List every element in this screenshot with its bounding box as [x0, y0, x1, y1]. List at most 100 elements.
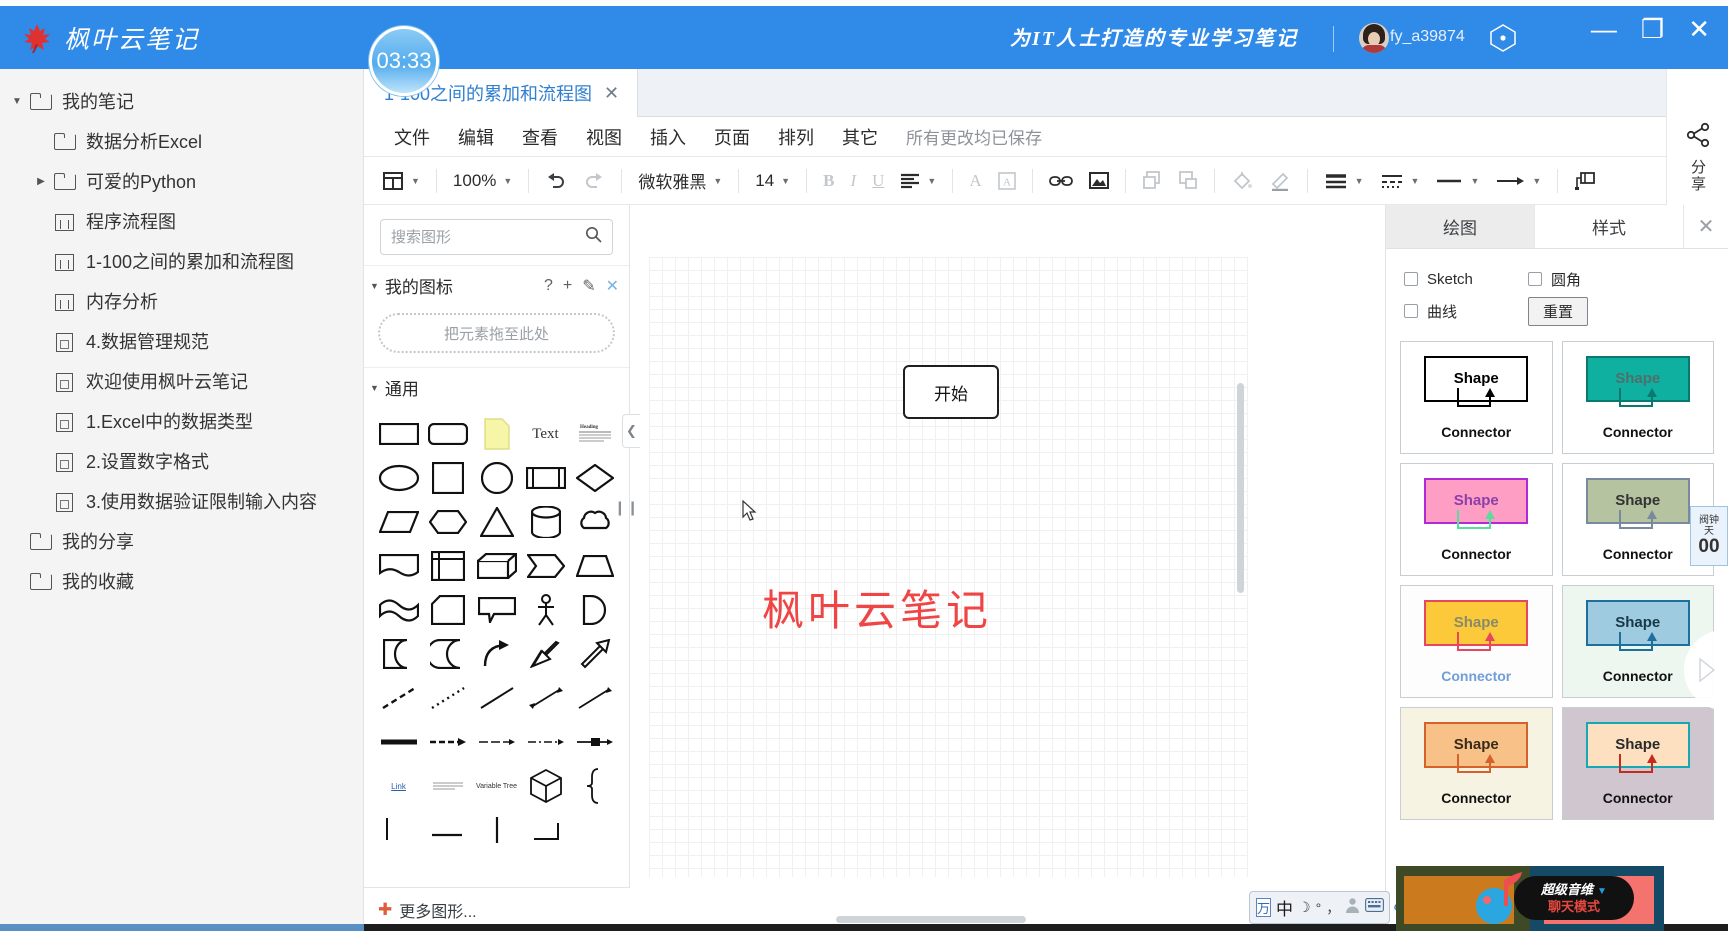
shape-hexagon[interactable] [423, 503, 472, 541]
shape-diamond[interactable] [570, 459, 619, 497]
sidebar-item[interactable]: 数据分析Excel [0, 121, 363, 161]
chevron-down-icon[interactable] [6, 96, 28, 107]
checkbox[interactable] [1528, 272, 1542, 286]
sidebar-item[interactable]: 欢迎使用枫叶云笔记 [0, 361, 363, 401]
line-solid[interactable] [472, 679, 521, 717]
search-icon[interactable] [585, 226, 602, 248]
bring-to-front-button[interactable] [1134, 164, 1170, 198]
undo-button[interactable] [537, 164, 575, 198]
hexagon-menu-icon[interactable] [1487, 22, 1519, 54]
moon-icon[interactable]: ☽ [1298, 899, 1311, 916]
user-icon[interactable] [1345, 897, 1360, 918]
menu-item[interactable]: 查看 [508, 120, 572, 154]
shape-delay[interactable] [570, 591, 619, 629]
option-rounded[interactable]: 圆角 [1528, 269, 1652, 290]
send-to-back-button[interactable] [1170, 164, 1206, 198]
menu-item[interactable]: 页面 [700, 120, 764, 154]
tab-style[interactable]: 样式 [1535, 205, 1684, 248]
close-icon[interactable]: ✕ [604, 83, 619, 104]
image-icon[interactable] [1081, 164, 1117, 198]
maximize-button[interactable]: ❐ [1641, 16, 1664, 42]
shape-triangle[interactable] [472, 503, 521, 541]
style-preset[interactable]: ShapeConnector [1400, 585, 1553, 698]
ad-overlay[interactable]: 超级音维▼ 聊天模式 [1396, 866, 1664, 931]
font-color-button[interactable]: A [961, 164, 989, 198]
sidebar-item[interactable]: 4.数据管理规范 [0, 321, 363, 361]
line-dotted[interactable] [423, 679, 472, 717]
menu-item[interactable]: 文件 [380, 120, 444, 154]
menu-item[interactable]: 排列 [764, 120, 828, 154]
avatar[interactable] [1359, 23, 1389, 53]
icon-dropzone[interactable]: 把元素拖至此处 [378, 313, 615, 353]
line-dashed[interactable] [374, 679, 423, 717]
sidebar-item[interactable]: 1.Excel中的数据类型 [0, 401, 363, 441]
page-layout-button[interactable]: ▼ [374, 164, 428, 198]
shape-link[interactable]: Link [374, 767, 423, 805]
checkbox[interactable] [1404, 304, 1418, 318]
menu-item[interactable]: 插入 [636, 120, 700, 154]
shape-brace[interactable] [570, 767, 619, 805]
fill-color-icon[interactable] [1223, 164, 1261, 198]
sidebar-item[interactable]: 我的收藏 [0, 561, 363, 601]
node-start[interactable]: 开始 [903, 365, 999, 419]
ime-mode[interactable]: 中 [1276, 895, 1293, 920]
connector-dashdot-arrow[interactable] [521, 723, 570, 761]
edit-icon[interactable]: ✎ [582, 276, 595, 296]
line-color-icon[interactable] [1261, 164, 1299, 198]
underline-button[interactable]: U [864, 164, 892, 198]
shape-step[interactable] [521, 547, 570, 585]
shape-block-arrow-up-right[interactable] [570, 635, 619, 673]
shape-rounded-rectangle[interactable] [423, 415, 472, 453]
section-general[interactable]: ▼ 通用 [364, 367, 629, 407]
vertical-scrollbar[interactable] [1237, 383, 1244, 593]
sidebar-item[interactable]: 1-100之间的累加和流程图 [0, 241, 363, 281]
keyboard-icon[interactable] [1365, 898, 1384, 917]
redo-button[interactable] [575, 164, 613, 198]
shape-process[interactable] [521, 459, 570, 497]
connector-thin-arrow[interactable] [472, 723, 521, 761]
shape-rectangle[interactable] [374, 415, 423, 453]
section-my-icons[interactable]: ▼ 我的图标 ? + ✎ ✕ [364, 265, 629, 305]
add-icon[interactable]: + [563, 277, 572, 295]
shape-text[interactable]: Text [521, 415, 570, 453]
alarm-widget[interactable]: 阀钟 天 00 [1690, 506, 1728, 566]
shape-cube[interactable] [472, 547, 521, 585]
shape-ellipse[interactable] [374, 459, 423, 497]
close-icon[interactable]: ✕ [606, 276, 619, 296]
line-style-button[interactable]: ▼ [1372, 164, 1428, 198]
zoom-level-select[interactable]: 100% ▼ [445, 164, 520, 198]
shape-cylinder[interactable] [521, 503, 570, 541]
shape-vertical-brace[interactable] [521, 811, 570, 849]
option-curved[interactable]: 曲线 [1404, 301, 1528, 322]
diagram-canvas[interactable]: 开始 枫叶云笔记 [649, 257, 1248, 877]
shape-curved-arrow[interactable] [472, 635, 521, 673]
close-icon[interactable]: ✕ [1684, 205, 1728, 248]
menu-item[interactable]: 其它 [828, 120, 892, 154]
link-icon[interactable] [1041, 164, 1081, 198]
canvas-area[interactable]: 开始 枫叶云笔记 [631, 205, 1248, 931]
shape-parallelogram[interactable] [374, 503, 423, 541]
reset-button[interactable]: 重置 [1528, 297, 1588, 326]
shape-document[interactable] [374, 547, 423, 585]
shape-vertical-text[interactable] [423, 767, 472, 805]
shape-data-storage[interactable] [374, 635, 423, 673]
shape-note[interactable] [472, 415, 521, 453]
sidebar-item[interactable]: 我的分享 [0, 521, 363, 561]
sidebar-item[interactable]: 可爱的Python [0, 161, 363, 201]
help-icon[interactable]: ? [544, 277, 553, 295]
shape-internal-storage[interactable] [423, 547, 472, 585]
shape-actor[interactable] [521, 591, 570, 629]
line-double-arrow[interactable] [521, 679, 570, 717]
ime-key-icon[interactable]: 万 [1256, 898, 1271, 917]
font-size-select[interactable]: 14 ▼ [747, 164, 798, 198]
bold-button[interactable]: B [815, 164, 842, 198]
highlight-button[interactable]: A [990, 164, 1024, 198]
collapse-panel-button[interactable]: ❮ [622, 414, 640, 448]
italic-button[interactable]: I [842, 164, 864, 198]
shape-vertical-line[interactable] [472, 811, 521, 849]
sidebar-item[interactable]: 2.设置数字格式 [0, 441, 363, 481]
connector-thick[interactable] [374, 723, 423, 761]
search-input[interactable] [391, 229, 571, 246]
sidebar-item[interactable]: 我的笔记 [0, 81, 363, 121]
font-family-select[interactable]: 微软雅黑 ▼ [630, 164, 730, 198]
